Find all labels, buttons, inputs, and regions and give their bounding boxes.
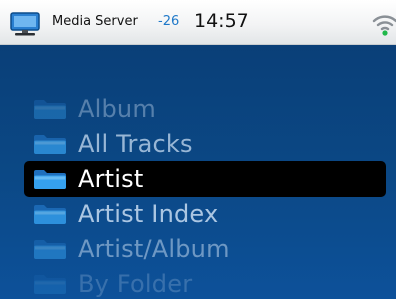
list-item[interactable]: By Folder xyxy=(24,266,386,299)
status-bar: Media Server -26 14:57 xyxy=(0,0,396,45)
folder-icon xyxy=(34,170,66,189)
list-item-label: By Folder xyxy=(78,270,193,298)
list-item[interactable]: Artist/Album xyxy=(24,231,386,267)
wifi-icon xyxy=(372,15,396,36)
list-item[interactable]: Artist xyxy=(24,161,386,197)
list-item-label: Artist xyxy=(78,165,144,193)
folder-icon xyxy=(34,275,66,294)
folder-icon xyxy=(34,100,66,119)
list-item[interactable]: Album xyxy=(24,91,386,127)
list-item[interactable]: All Tracks xyxy=(24,126,386,162)
folder-icon xyxy=(34,135,66,154)
list-item-label: Artist/Album xyxy=(78,235,230,263)
list-item-label: Album xyxy=(78,95,156,123)
browse-panel: Album All Tracks Artist Artist Index Art… xyxy=(0,45,396,299)
media-server-screen: Media Server -26 14:57 Album All Tracks … xyxy=(0,0,396,299)
list-item[interactable]: Artist Index xyxy=(24,196,386,232)
list-item-label: Artist Index xyxy=(78,200,219,228)
computer-monitor-icon xyxy=(10,12,40,36)
folder-icon xyxy=(34,205,66,224)
clock-time: 14:57 xyxy=(194,10,249,32)
signal-strength: -26 xyxy=(158,14,180,29)
folder-icon xyxy=(34,240,66,259)
status-title: Media Server xyxy=(52,14,138,29)
list-item-label: All Tracks xyxy=(78,130,193,158)
